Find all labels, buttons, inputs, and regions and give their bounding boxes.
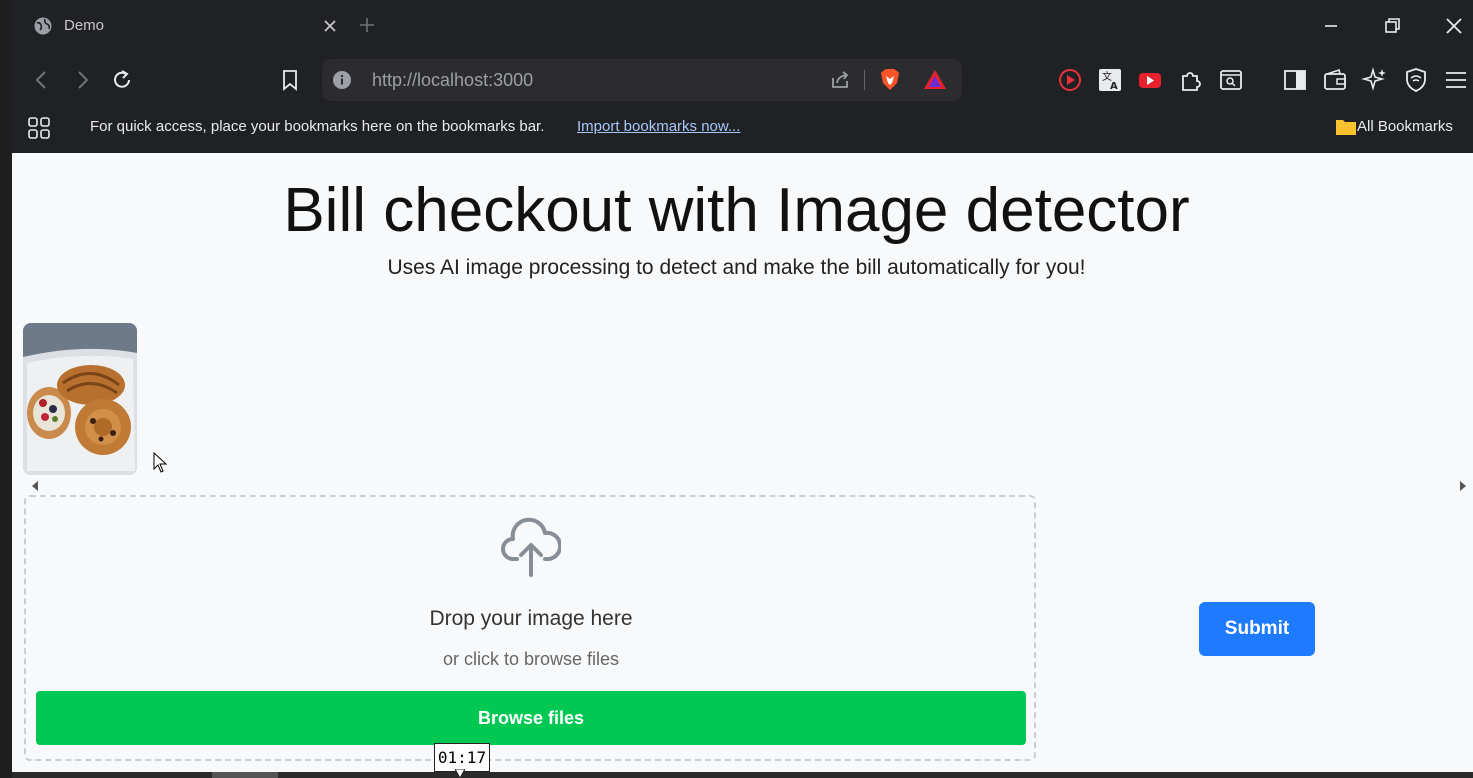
folder-icon bbox=[1336, 120, 1356, 135]
uploaded-image-thumbnail[interactable] bbox=[23, 323, 137, 475]
drop-title: Drop your image here bbox=[429, 607, 633, 630]
record-icon[interactable] bbox=[1056, 66, 1084, 94]
menu-icon[interactable] bbox=[1442, 66, 1470, 94]
cloud-upload-icon bbox=[501, 517, 561, 577]
minimize-icon[interactable] bbox=[1319, 14, 1343, 38]
browse-files-button[interactable]: Browse files bbox=[36, 691, 1026, 745]
bookmarks-bar: For quick access, place your bookmarks h… bbox=[12, 108, 1473, 153]
horizontal-scrollbar[interactable] bbox=[12, 772, 1473, 778]
close-window-icon[interactable] bbox=[1442, 14, 1466, 38]
pastry-photo bbox=[23, 323, 137, 475]
extensions-icon[interactable] bbox=[1177, 66, 1205, 94]
globe-icon bbox=[34, 17, 52, 35]
wallet-icon[interactable] bbox=[1321, 66, 1349, 94]
brave-rewards-icon[interactable] bbox=[922, 67, 948, 93]
close-icon[interactable] bbox=[320, 16, 340, 36]
restore-icon[interactable] bbox=[1380, 14, 1404, 38]
youtube-icon[interactable] bbox=[1136, 66, 1164, 94]
svg-text:A: A bbox=[1110, 81, 1118, 92]
tab-demo[interactable]: Demo bbox=[24, 6, 349, 46]
brave-shields-icon[interactable] bbox=[877, 67, 903, 93]
apps-grid-icon[interactable] bbox=[26, 115, 52, 141]
page-subtitle: Uses AI image processing to detect and m… bbox=[387, 256, 1086, 279]
back-icon[interactable] bbox=[28, 66, 56, 94]
sidebar-icon[interactable] bbox=[1281, 66, 1309, 94]
translate-icon[interactable]: 文 A bbox=[1096, 66, 1124, 94]
timestamp-pointer-icon bbox=[455, 769, 465, 778]
submit-button[interactable]: Submit bbox=[1199, 602, 1315, 656]
tab-title: Demo bbox=[64, 17, 105, 34]
window-edge bbox=[0, 0, 12, 778]
omnibox-divider bbox=[864, 70, 865, 90]
all-bookmarks[interactable]: All Bookmarks bbox=[1357, 118, 1453, 135]
leo-ai-icon[interactable] bbox=[1361, 66, 1389, 94]
forward-icon[interactable] bbox=[68, 66, 96, 94]
scroll-right-arrow-icon[interactable] bbox=[1458, 480, 1468, 492]
vpn-icon[interactable] bbox=[1402, 66, 1430, 94]
scroll-left-arrow-icon[interactable] bbox=[30, 480, 40, 492]
bookmarks-message: For quick access, place your bookmarks h… bbox=[90, 118, 545, 135]
toolbar: http://localhost:3000 文 A bbox=[12, 52, 1473, 108]
bookmark-icon[interactable] bbox=[276, 66, 304, 94]
url-text: http://localhost:3000 bbox=[372, 70, 534, 90]
drop-subtitle: or click to browse files bbox=[442, 649, 620, 669]
video-timestamp: 01:17 bbox=[434, 743, 490, 772]
reload-icon[interactable] bbox=[108, 66, 136, 94]
info-icon[interactable] bbox=[332, 70, 352, 90]
mouse-cursor-icon bbox=[153, 452, 168, 473]
scrollbar-thumb[interactable] bbox=[212, 772, 278, 778]
import-bookmarks-link[interactable]: Import bookmarks now... bbox=[577, 118, 740, 135]
tab-strip: Demo bbox=[12, 0, 1473, 52]
reader-icon[interactable] bbox=[1217, 66, 1245, 94]
plus-icon[interactable] bbox=[357, 15, 377, 35]
file-dropzone[interactable]: Drop your image here or click to browse … bbox=[24, 495, 1036, 761]
page-content: Bill checkout with Image detector Uses A… bbox=[12, 153, 1473, 778]
browser-window: Demo http://localhost:3000 文 A For quick… bbox=[0, 0, 1473, 778]
page-title: Bill checkout with Image detector bbox=[283, 176, 1190, 245]
address-bar[interactable]: http://localhost:3000 bbox=[322, 59, 962, 101]
share-icon[interactable] bbox=[828, 68, 852, 92]
